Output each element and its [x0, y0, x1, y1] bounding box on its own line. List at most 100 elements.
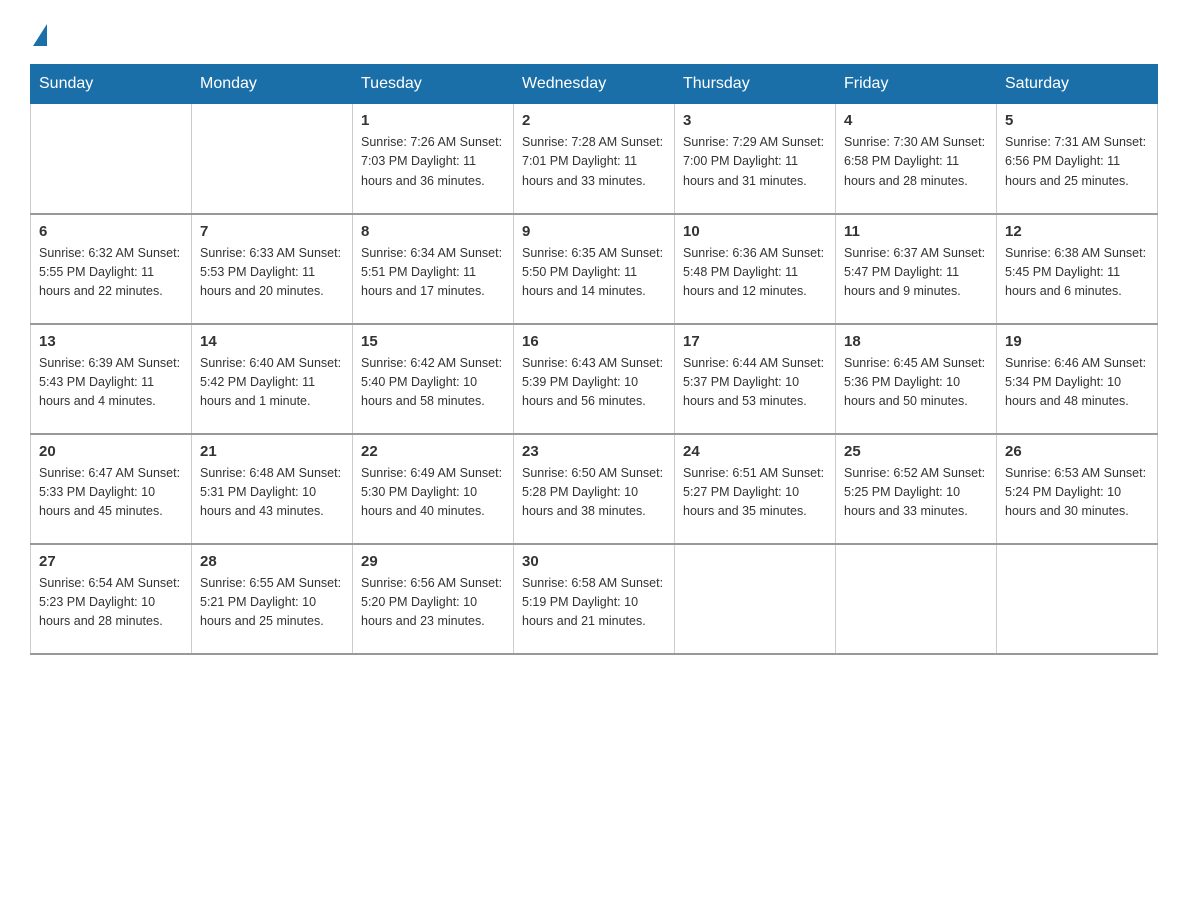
- day-number: 16: [522, 333, 666, 350]
- day-info: Sunrise: 6:39 AM Sunset: 5:43 PM Dayligh…: [39, 354, 183, 412]
- logo: [30, 20, 49, 44]
- day-number: 1: [361, 112, 505, 129]
- day-number: 30: [522, 553, 666, 570]
- logo-triangle-icon: [33, 24, 47, 46]
- calendar-cell: 5 Sunrise: 7:31 AM Sunset: 6:56 PM Daylig…: [997, 104, 1158, 214]
- calendar-header-friday: Friday: [836, 65, 997, 104]
- day-number: 19: [1005, 333, 1149, 350]
- day-info: Sunrise: 6:55 AM Sunset: 5:21 PM Dayligh…: [200, 574, 344, 632]
- day-info: Sunrise: 7:29 AM Sunset: 7:00 PM Dayligh…: [683, 133, 827, 191]
- day-number: 5: [1005, 112, 1149, 129]
- day-info: Sunrise: 6:47 AM Sunset: 5:33 PM Dayligh…: [39, 464, 183, 522]
- calendar-cell: 29 Sunrise: 6:56 AM Sunset: 5:20 PM Dayli…: [353, 544, 514, 654]
- day-number: 17: [683, 333, 827, 350]
- calendar-cell: 9 Sunrise: 6:35 AM Sunset: 5:50 PM Daylig…: [514, 214, 675, 324]
- calendar-cell: 28 Sunrise: 6:55 AM Sunset: 5:21 PM Dayli…: [192, 544, 353, 654]
- day-number: 11: [844, 223, 988, 240]
- day-info: Sunrise: 6:38 AM Sunset: 5:45 PM Dayligh…: [1005, 244, 1149, 302]
- day-number: 24: [683, 443, 827, 460]
- calendar-cell: 25 Sunrise: 6:52 AM Sunset: 5:25 PM Dayli…: [836, 434, 997, 544]
- calendar-cell: 22Sunrise: 6:49 AM Sunset: 5:30 PM Dayli…: [353, 434, 514, 544]
- calendar-cell: 24 Sunrise: 6:51 AM Sunset: 5:27 PM Dayli…: [675, 434, 836, 544]
- calendar-table: SundayMondayTuesdayWednesdayThursdayFrid…: [30, 64, 1158, 655]
- calendar-cell: [836, 544, 997, 654]
- day-number: 2: [522, 112, 666, 129]
- calendar-week-row: 27 Sunrise: 6:54 AM Sunset: 5:23 PM Dayli…: [31, 544, 1158, 654]
- day-info: Sunrise: 6:37 AM Sunset: 5:47 PM Dayligh…: [844, 244, 988, 302]
- calendar-cell: 26Sunrise: 6:53 AM Sunset: 5:24 PM Dayli…: [997, 434, 1158, 544]
- day-info: Sunrise: 6:49 AM Sunset: 5:30 PM Dayligh…: [361, 464, 505, 522]
- day-info: Sunrise: 6:51 AM Sunset: 5:27 PM Dayligh…: [683, 464, 827, 522]
- day-number: 18: [844, 333, 988, 350]
- calendar-cell: 8 Sunrise: 6:34 AM Sunset: 5:51 PM Daylig…: [353, 214, 514, 324]
- calendar-cell: 1 Sunrise: 7:26 AM Sunset: 7:03 PM Daylig…: [353, 104, 514, 214]
- calendar-cell: [192, 104, 353, 214]
- day-info: Sunrise: 6:33 AM Sunset: 5:53 PM Dayligh…: [200, 244, 344, 302]
- day-number: 14: [200, 333, 344, 350]
- calendar-cell: 20 Sunrise: 6:47 AM Sunset: 5:33 PM Dayli…: [31, 434, 192, 544]
- calendar-header-tuesday: Tuesday: [353, 65, 514, 104]
- day-info: Sunrise: 6:50 AM Sunset: 5:28 PM Dayligh…: [522, 464, 666, 522]
- calendar-header-thursday: Thursday: [675, 65, 836, 104]
- calendar-header-saturday: Saturday: [997, 65, 1158, 104]
- calendar-cell: 19 Sunrise: 6:46 AM Sunset: 5:34 PM Dayli…: [997, 324, 1158, 434]
- calendar-cell: 23 Sunrise: 6:50 AM Sunset: 5:28 PM Dayli…: [514, 434, 675, 544]
- day-info: Sunrise: 6:34 AM Sunset: 5:51 PM Dayligh…: [361, 244, 505, 302]
- day-info: Sunrise: 6:56 AM Sunset: 5:20 PM Dayligh…: [361, 574, 505, 632]
- calendar-cell: 11 Sunrise: 6:37 AM Sunset: 5:47 PM Dayli…: [836, 214, 997, 324]
- calendar-week-row: 13 Sunrise: 6:39 AM Sunset: 5:43 PM Dayli…: [31, 324, 1158, 434]
- calendar-cell: 27 Sunrise: 6:54 AM Sunset: 5:23 PM Dayli…: [31, 544, 192, 654]
- day-number: 4: [844, 112, 988, 129]
- calendar-cell: 18 Sunrise: 6:45 AM Sunset: 5:36 PM Dayli…: [836, 324, 997, 434]
- day-number: 8: [361, 223, 505, 240]
- day-number: 28: [200, 553, 344, 570]
- calendar-cell: 15 Sunrise: 6:42 AM Sunset: 5:40 PM Dayli…: [353, 324, 514, 434]
- day-info: Sunrise: 6:54 AM Sunset: 5:23 PM Dayligh…: [39, 574, 183, 632]
- calendar-week-row: 1 Sunrise: 7:26 AM Sunset: 7:03 PM Daylig…: [31, 104, 1158, 214]
- day-info: Sunrise: 7:28 AM Sunset: 7:01 PM Dayligh…: [522, 133, 666, 191]
- calendar-cell: 16 Sunrise: 6:43 AM Sunset: 5:39 PM Dayli…: [514, 324, 675, 434]
- day-number: 20: [39, 443, 183, 460]
- calendar-header-row: SundayMondayTuesdayWednesdayThursdayFrid…: [31, 65, 1158, 104]
- day-number: 15: [361, 333, 505, 350]
- day-info: Sunrise: 6:36 AM Sunset: 5:48 PM Dayligh…: [683, 244, 827, 302]
- calendar-cell: 14 Sunrise: 6:40 AM Sunset: 5:42 PM Dayli…: [192, 324, 353, 434]
- day-info: Sunrise: 6:52 AM Sunset: 5:25 PM Dayligh…: [844, 464, 988, 522]
- calendar-cell: 4Sunrise: 7:30 AM Sunset: 6:58 PM Daylig…: [836, 104, 997, 214]
- day-number: 9: [522, 223, 666, 240]
- day-number: 10: [683, 223, 827, 240]
- day-number: 29: [361, 553, 505, 570]
- day-info: Sunrise: 6:40 AM Sunset: 5:42 PM Dayligh…: [200, 354, 344, 412]
- day-info: Sunrise: 6:46 AM Sunset: 5:34 PM Dayligh…: [1005, 354, 1149, 412]
- day-info: Sunrise: 6:53 AM Sunset: 5:24 PM Dayligh…: [1005, 464, 1149, 522]
- calendar-cell: [675, 544, 836, 654]
- calendar-cell: 6Sunrise: 6:32 AM Sunset: 5:55 PM Daylig…: [31, 214, 192, 324]
- day-number: 21: [200, 443, 344, 460]
- day-number: 27: [39, 553, 183, 570]
- day-info: Sunrise: 6:43 AM Sunset: 5:39 PM Dayligh…: [522, 354, 666, 412]
- day-info: Sunrise: 6:35 AM Sunset: 5:50 PM Dayligh…: [522, 244, 666, 302]
- calendar-cell: [31, 104, 192, 214]
- calendar-week-row: 6Sunrise: 6:32 AM Sunset: 5:55 PM Daylig…: [31, 214, 1158, 324]
- calendar-cell: 17 Sunrise: 6:44 AM Sunset: 5:37 PM Dayli…: [675, 324, 836, 434]
- day-info: Sunrise: 6:45 AM Sunset: 5:36 PM Dayligh…: [844, 354, 988, 412]
- day-info: Sunrise: 7:26 AM Sunset: 7:03 PM Dayligh…: [361, 133, 505, 191]
- day-info: Sunrise: 6:58 AM Sunset: 5:19 PM Dayligh…: [522, 574, 666, 632]
- calendar-cell: 2 Sunrise: 7:28 AM Sunset: 7:01 PM Daylig…: [514, 104, 675, 214]
- day-number: 23: [522, 443, 666, 460]
- day-info: Sunrise: 6:32 AM Sunset: 5:55 PM Dayligh…: [39, 244, 183, 302]
- day-info: Sunrise: 7:31 AM Sunset: 6:56 PM Dayligh…: [1005, 133, 1149, 191]
- calendar-header-wednesday: Wednesday: [514, 65, 675, 104]
- day-number: 13: [39, 333, 183, 350]
- day-info: Sunrise: 6:44 AM Sunset: 5:37 PM Dayligh…: [683, 354, 827, 412]
- calendar-cell: 3Sunrise: 7:29 AM Sunset: 7:00 PM Daylig…: [675, 104, 836, 214]
- day-number: 25: [844, 443, 988, 460]
- calendar-cell: 21 Sunrise: 6:48 AM Sunset: 5:31 PM Dayli…: [192, 434, 353, 544]
- page-header: [30, 20, 1158, 44]
- day-number: 7: [200, 223, 344, 240]
- calendar-cell: 12Sunrise: 6:38 AM Sunset: 5:45 PM Dayli…: [997, 214, 1158, 324]
- calendar-cell: [997, 544, 1158, 654]
- calendar-header-monday: Monday: [192, 65, 353, 104]
- day-info: Sunrise: 6:48 AM Sunset: 5:31 PM Dayligh…: [200, 464, 344, 522]
- day-info: Sunrise: 6:42 AM Sunset: 5:40 PM Dayligh…: [361, 354, 505, 412]
